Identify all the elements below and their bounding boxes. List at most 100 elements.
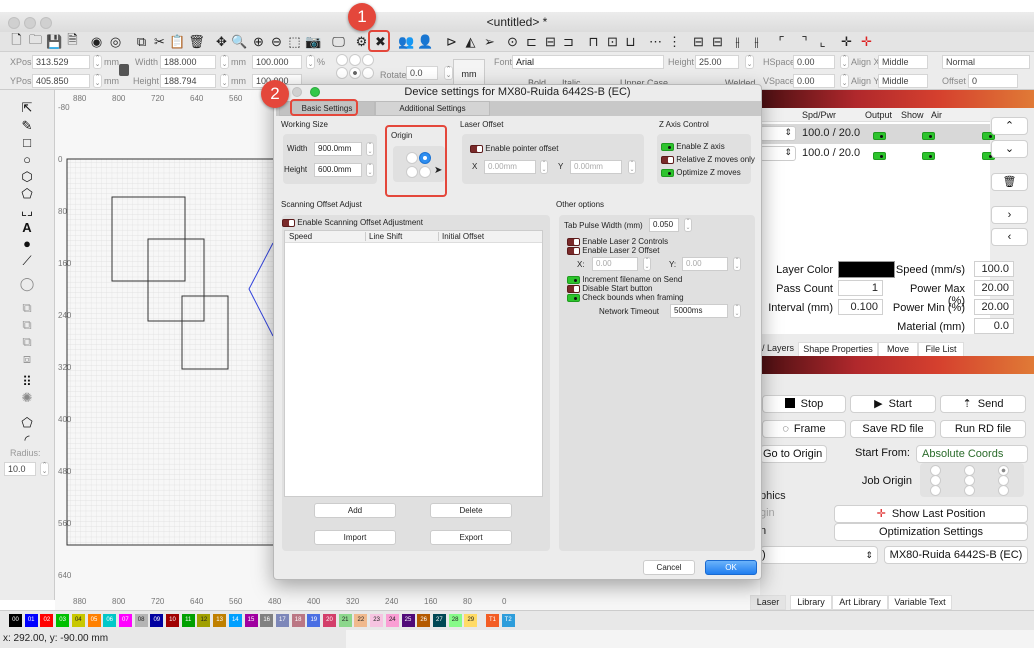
draw-lines-icon[interactable]: ✎ bbox=[18, 118, 36, 134]
font-height-input[interactable]: 25.00 bbox=[695, 55, 739, 69]
cut-icon[interactable]: ✂ bbox=[151, 33, 168, 50]
measure-tool-icon[interactable]: ⟋ bbox=[18, 253, 36, 269]
show-toggle[interactable] bbox=[922, 132, 936, 141]
save-icon[interactable]: 💾 bbox=[46, 33, 63, 50]
job-origin-radio[interactable] bbox=[998, 485, 1009, 496]
rotate-input[interactable]: 0.0 bbox=[406, 66, 438, 80]
material-input[interactable]: 0.0 bbox=[974, 318, 1014, 334]
mirror-icon[interactable]: ◭ bbox=[462, 33, 479, 50]
output-toggle[interactable] bbox=[873, 132, 886, 141]
move-layer-up-button[interactable]: ⌃ bbox=[991, 117, 1028, 135]
speed-input[interactable]: 100.0 bbox=[974, 261, 1014, 277]
color-swatch-03[interactable]: 03 bbox=[56, 614, 70, 627]
delete-icon[interactable]: 🗑 bbox=[188, 33, 205, 50]
lock-ratio-icon[interactable] bbox=[119, 64, 129, 76]
height-stepper[interactable]: ⌃ ⌄ bbox=[220, 74, 229, 88]
offset-input[interactable]: 0 bbox=[968, 74, 1018, 88]
delete-button[interactable]: Delete bbox=[430, 503, 512, 518]
color-swatch-T2[interactable]: T2 bbox=[501, 614, 515, 627]
color-swatch-26[interactable]: 26 bbox=[417, 614, 431, 627]
color-swatch-23[interactable]: 23 bbox=[370, 614, 384, 627]
align-center-icon[interactable]: ⊟ bbox=[542, 33, 559, 50]
vspace-stepper[interactable]: ⌃ ⌄ bbox=[840, 74, 849, 88]
port-select[interactable]: ) ⇕ bbox=[760, 546, 878, 564]
enable-scanning-offset-toggle[interactable]: Enable Scanning Offset Adjustment bbox=[282, 218, 423, 228]
edit-nodes-icon[interactable]: ⬠ bbox=[18, 186, 36, 202]
scale-width-stepper[interactable]: ⌃ ⌄ bbox=[306, 55, 315, 69]
circular-array-icon[interactable]: ✺ bbox=[18, 390, 36, 406]
boolean-intersect-icon[interactable]: ⧈ bbox=[18, 351, 36, 367]
optimize-z-moves-toggle[interactable]: Optimize Z moves bbox=[661, 168, 741, 178]
ellipse-tool-icon[interactable]: ○ bbox=[18, 152, 36, 168]
aligny-select[interactable]: Middle bbox=[878, 74, 928, 88]
color-swatch-27[interactable]: 27 bbox=[432, 614, 446, 627]
align-middle-icon[interactable]: ⊡ bbox=[604, 33, 621, 50]
interval-input[interactable]: 0.100 bbox=[838, 299, 883, 315]
boolean-union-icon[interactable]: ⧉ bbox=[18, 317, 36, 333]
tab-pulse-input[interactable]: 0.050 bbox=[649, 218, 679, 232]
check-bounds-toggle[interactable]: Check bounds when framing bbox=[567, 293, 684, 303]
next-button[interactable]: › bbox=[991, 206, 1028, 224]
color-swatch-02[interactable]: 02 bbox=[40, 614, 54, 627]
color-swatch-13[interactable]: 13 bbox=[213, 614, 227, 627]
layer-row[interactable]: ⇕ 100.0 / 20.0 bbox=[760, 124, 996, 144]
anchor-grid[interactable] bbox=[336, 54, 376, 88]
power-min-input[interactable]: 20.00 bbox=[974, 299, 1014, 315]
enable-laser2-offset-toggle[interactable]: Enable Laser 2 Offset bbox=[567, 246, 659, 256]
save-as-icon[interactable]: 🗎 bbox=[64, 32, 81, 50]
start-button[interactable]: ▶ Start bbox=[850, 395, 936, 413]
color-swatch-11[interactable]: 11 bbox=[181, 614, 195, 627]
optimization-settings-button[interactable]: Optimization Settings bbox=[834, 523, 1028, 541]
color-swatch-18[interactable]: 18 bbox=[291, 614, 305, 627]
laser-position-icon[interactable]: ✛ bbox=[858, 33, 875, 50]
distribute-h-icon[interactable]: ⋯ bbox=[647, 33, 664, 50]
alignx-select[interactable]: Middle bbox=[878, 55, 928, 69]
zoom-in-icon[interactable]: ⊕ bbox=[250, 33, 267, 50]
color-swatch-25[interactable]: 25 bbox=[401, 614, 415, 627]
color-swatch-15[interactable]: 15 bbox=[244, 614, 258, 627]
offset-shapes-icon[interactable]: ◯ bbox=[18, 276, 36, 292]
ypos-input[interactable]: 405.850 bbox=[32, 74, 90, 88]
polygon-tool-icon[interactable]: ⬡ bbox=[18, 169, 36, 185]
import-button[interactable]: Import bbox=[314, 530, 396, 545]
tab-move[interactable]: Move bbox=[878, 342, 918, 357]
layer-row[interactable]: ⇕ 100.0 / 20.0 bbox=[760, 144, 996, 164]
align-bottom-icon[interactable]: ⊔ bbox=[622, 33, 639, 50]
scale-width-input[interactable]: 100.000 bbox=[252, 55, 302, 69]
weld-icon[interactable]: ⧉ bbox=[18, 300, 36, 316]
radius-input[interactable]: 10.0 bbox=[4, 462, 36, 476]
job-origin-radio[interactable] bbox=[930, 485, 941, 496]
corner-tr-icon[interactable]: ⌝ bbox=[796, 33, 813, 50]
zoom-out-icon[interactable]: ⊖ bbox=[268, 33, 285, 50]
hspace-stepper[interactable]: ⌃ ⌄ bbox=[840, 55, 849, 69]
tab-laser[interactable]: Laser bbox=[750, 595, 786, 610]
pass-count-input[interactable]: 1 bbox=[838, 280, 883, 296]
corner-tl-icon[interactable]: ⌜ bbox=[773, 33, 790, 50]
device-select[interactable]: MX80-Ruida 6442S-B (EC) bbox=[884, 546, 1028, 564]
close-window-button[interactable] bbox=[8, 17, 20, 29]
dock-icon-2[interactable]: ⊟ bbox=[709, 33, 726, 50]
distribute-v-icon[interactable]: ⋮ bbox=[666, 33, 683, 50]
tab-file-list[interactable]: File List bbox=[918, 342, 964, 357]
ws-width-input[interactable]: 900.0mm bbox=[314, 142, 362, 156]
color-swatch-05[interactable]: 05 bbox=[87, 614, 101, 627]
offset-x-input[interactable]: 0.00mm bbox=[484, 160, 536, 174]
center-icon[interactable]: ✛ bbox=[838, 33, 855, 50]
tab-art-library[interactable]: Art Library bbox=[832, 595, 888, 610]
maximize-window-button[interactable] bbox=[40, 17, 52, 29]
show-toggle[interactable] bbox=[922, 152, 936, 161]
zoom-fit-icon[interactable]: 🔍 bbox=[231, 33, 248, 50]
send-button[interactable]: ⇡ Send bbox=[940, 395, 1026, 413]
export-button[interactable]: Export bbox=[430, 530, 512, 545]
align-left-icon[interactable]: ⊏ bbox=[523, 33, 540, 50]
layer-color-swatch[interactable] bbox=[838, 261, 895, 278]
offset-y-stepper[interactable]: ⌃ ⌄ bbox=[628, 160, 636, 174]
stop-button[interactable]: Stop bbox=[762, 395, 846, 413]
tab-cuts-layers[interactable]: / Layers bbox=[760, 342, 796, 355]
add-button[interactable]: Add bbox=[314, 503, 396, 518]
boolean-subtract-icon[interactable]: ⧉ bbox=[18, 334, 36, 350]
fillet-icon[interactable]: ◜ bbox=[18, 432, 36, 448]
height-input[interactable]: 188.794 bbox=[160, 74, 216, 88]
ws-height-input[interactable]: 600.0mm bbox=[314, 163, 362, 177]
job-origin-grid[interactable] bbox=[920, 463, 1024, 497]
